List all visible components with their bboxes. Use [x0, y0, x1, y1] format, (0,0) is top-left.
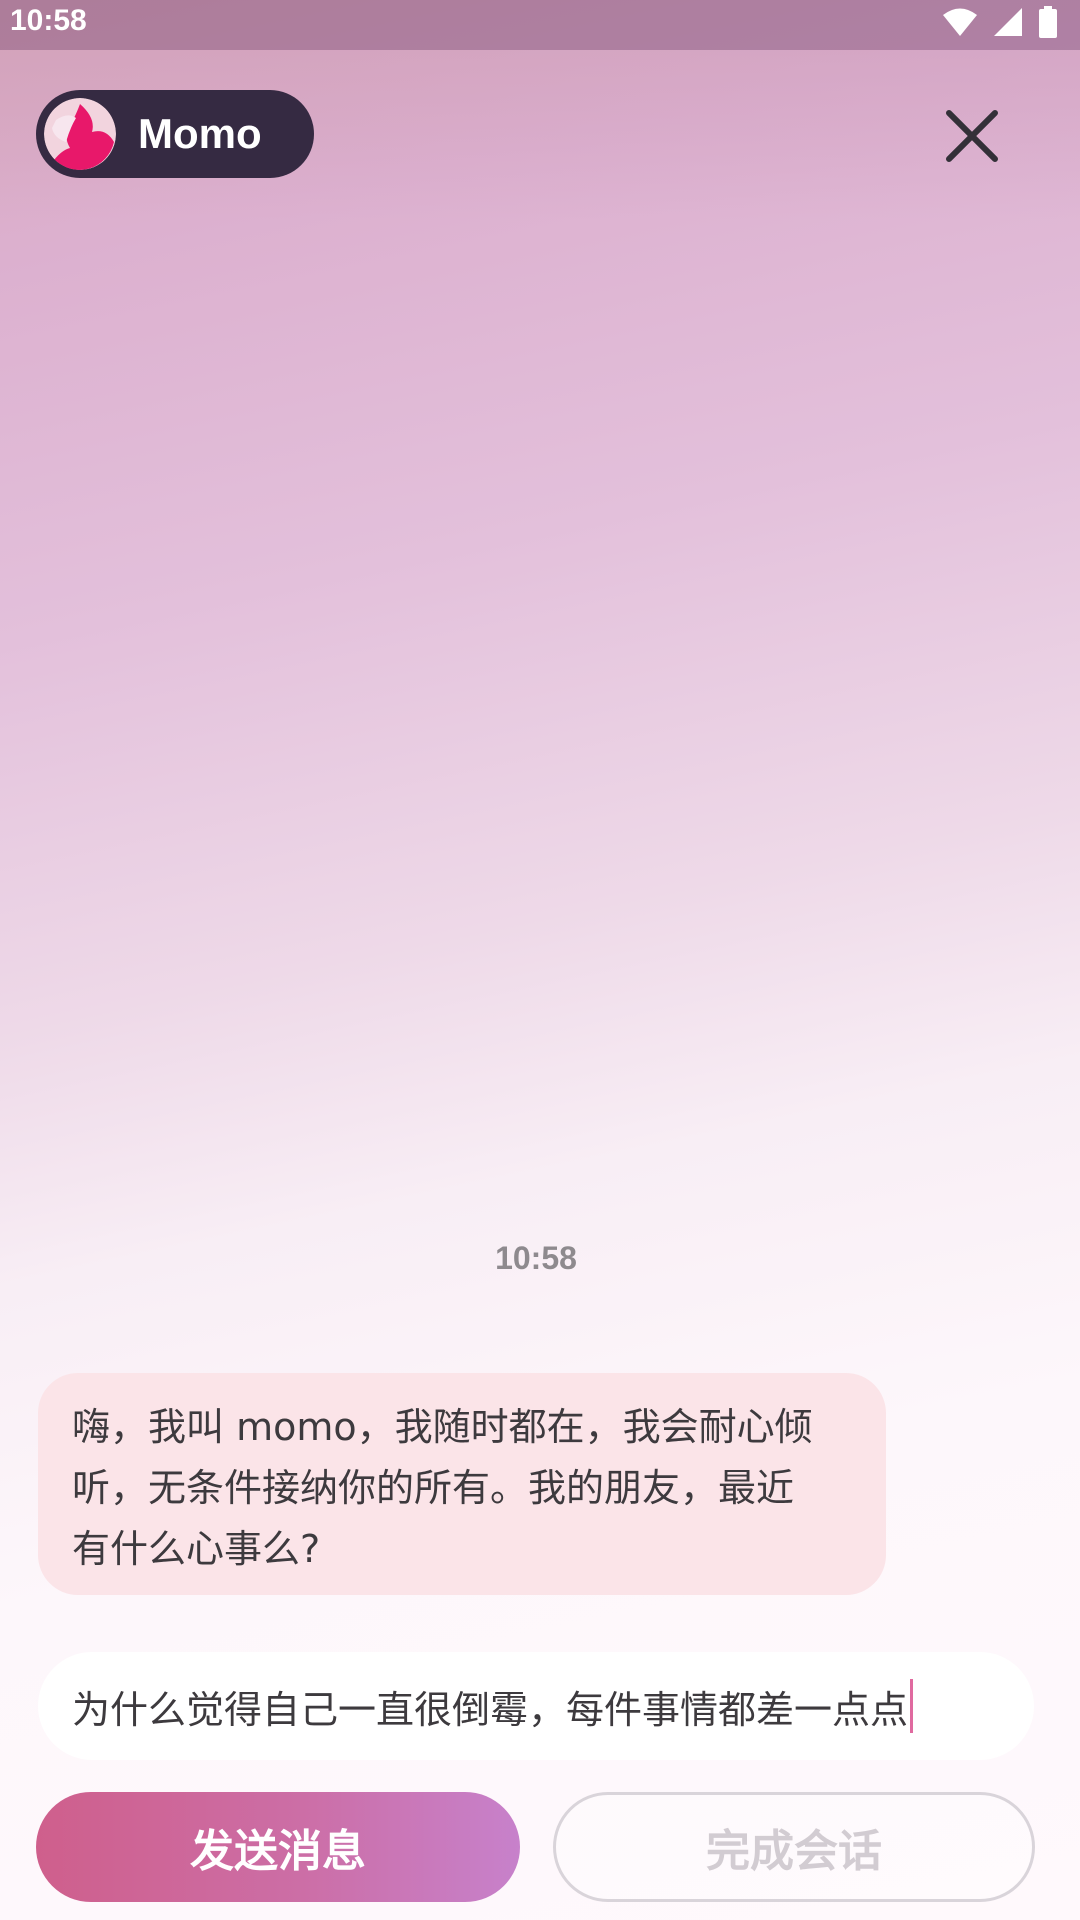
close-button[interactable] — [940, 106, 1004, 170]
close-icon — [945, 109, 999, 167]
message-line: 有什么心事么? — [72, 1527, 321, 1571]
text-cursor — [910, 1679, 914, 1733]
status-bar: 10:58 — [0, 0, 1080, 50]
cellular-signal-icon — [992, 7, 1024, 41]
chat-screen: 10:58 Momo 10:58 嗨，我叫 momo，我随时都在，我会耐心倾 听… — [0, 0, 1080, 1920]
assistant-name-pill[interactable]: Momo — [36, 90, 314, 178]
message-input-text: 为什么觉得自己一直很倒霉，每件事情都差一点点 — [72, 1687, 909, 1732]
assistant-name: Momo — [138, 110, 262, 157]
message-input[interactable]: 为什么觉得自己一直很倒霉，每件事情都差一点点 — [38, 1652, 1034, 1760]
momo-avatar-icon — [44, 98, 116, 170]
status-time: 10:58 — [10, 4, 87, 37]
assistant-message-bubble: 嗨，我叫 momo，我随时都在，我会耐心倾 听，无条件接纳你的所有。我的朋友，最… — [38, 1373, 886, 1595]
battery-icon — [1038, 6, 1058, 42]
status-icons — [942, 6, 1058, 42]
finish-session-button[interactable]: 完成会话 — [553, 1792, 1035, 1902]
message-line: 听，无条件接纳你的所有。我的朋友，最近 — [72, 1466, 795, 1510]
wifi-icon — [942, 7, 978, 41]
message-line: 嗨，我叫 momo，我随时都在，我会耐心倾 — [72, 1405, 813, 1449]
send-message-button[interactable]: 发送消息 — [36, 1792, 520, 1902]
chat-timestamp: 10:58 — [495, 1240, 577, 1276]
